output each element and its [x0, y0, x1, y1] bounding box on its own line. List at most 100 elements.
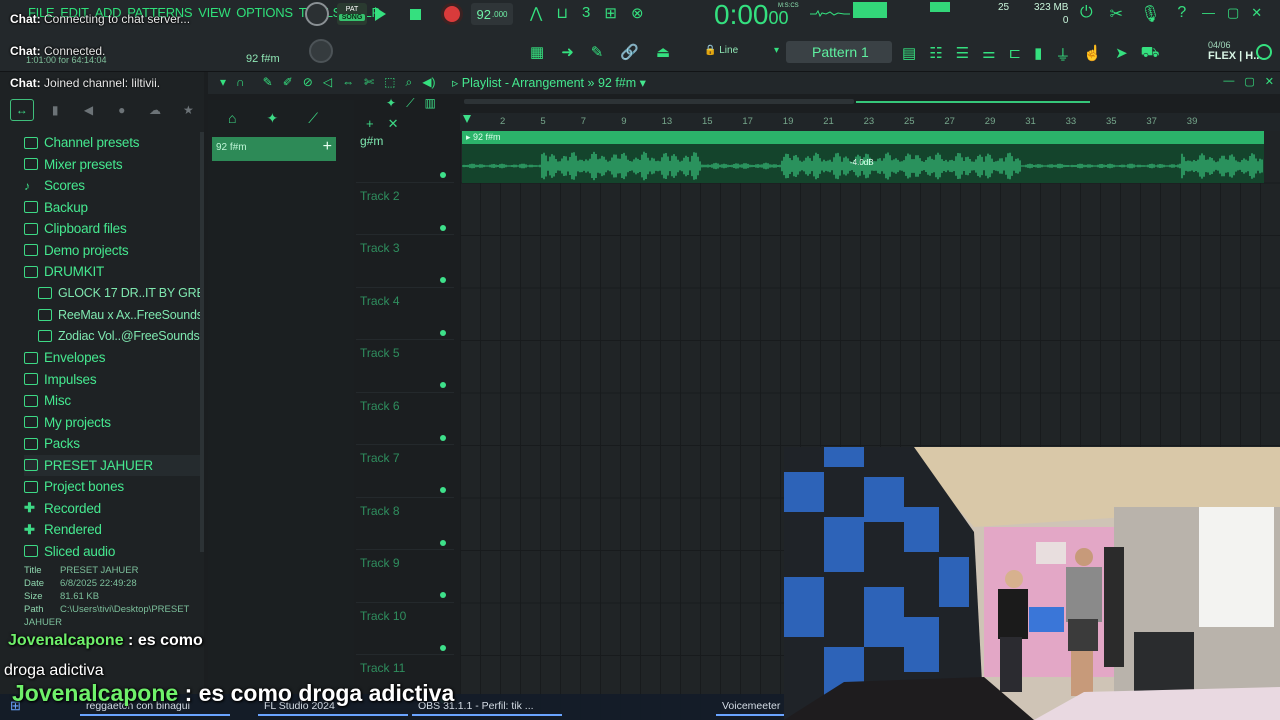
audio-clip[interactable]: ▸ 92 f#m	[462, 131, 1264, 183]
help-icon[interactable]: ?	[1177, 4, 1186, 24]
track-mute-dot[interactable]	[440, 172, 446, 178]
flex-globe-icon[interactable]	[1256, 44, 1272, 60]
track-mute-dot[interactable]	[440, 382, 446, 388]
microphone-icon[interactable]: 🎙	[1140, 4, 1160, 24]
menu-options[interactable]: OPTIONS	[236, 5, 293, 20]
browser-item[interactable]: Demo projects	[24, 240, 202, 262]
cart-icon[interactable]: ⛟	[1141, 44, 1160, 65]
speaker-icon[interactable]: ◀)	[422, 75, 435, 90]
browser-item[interactable]: My projects	[24, 412, 202, 434]
waveform-icon[interactable]: ✦	[386, 96, 396, 111]
link-icon[interactable]: 🔗	[620, 43, 639, 61]
track-mute-dot[interactable]	[440, 434, 446, 441]
browser-item[interactable]: Envelopes	[24, 347, 202, 369]
minimize-icon[interactable]: —	[1202, 5, 1215, 21]
browser-item[interactable]: Clipboard files	[24, 218, 202, 240]
pencil-icon[interactable]: ✎	[263, 75, 273, 90]
main-volume-knob[interactable]	[309, 39, 333, 63]
playlist-icon[interactable]: ▤	[902, 44, 916, 65]
flex-preset-panel[interactable]: 04/06 FLEX | H...	[1208, 40, 1262, 62]
browser-item[interactable]: GLOCK 17 DR..IT BY GREDY	[24, 283, 202, 305]
browser-back-tab-icon[interactable]: ◀	[77, 99, 100, 121]
automation-icon[interactable]: ⟋	[308, 110, 318, 127]
paint-icon[interactable]: ✐	[283, 75, 293, 90]
track-mute-dot[interactable]	[440, 487, 446, 493]
chevron-down-icon[interactable]: ▾	[220, 75, 226, 90]
browser-item[interactable]: Impulses	[24, 369, 202, 391]
chevron-down-icon[interactable]: ▾	[774, 45, 779, 56]
zoom-icon[interactable]: ⌕	[405, 75, 412, 90]
touch-icon[interactable]: ☝	[1083, 44, 1102, 65]
chevron-down-icon[interactable]: ▾	[640, 76, 646, 90]
playhead-marker-icon[interactable]	[463, 115, 471, 123]
browser-item[interactable]: ✚ Recorded	[24, 498, 202, 520]
play-button[interactable]	[375, 7, 386, 21]
browser-plugins-tab-icon[interactable]: ●	[110, 99, 133, 121]
send-icon[interactable]: ➤	[1115, 44, 1128, 65]
track-header[interactable]: Track 10	[356, 603, 454, 655]
browser-item[interactable]: Project bones	[24, 476, 202, 498]
track-header[interactable]: Track 6	[356, 393, 454, 445]
piano-roll-icon[interactable]: ▦	[530, 43, 544, 61]
mute-icon[interactable]: ◁	[323, 75, 332, 90]
track-mute-dot[interactable]	[440, 644, 446, 651]
slice-icon[interactable]: ✄	[364, 75, 374, 90]
blend-notes-icon[interactable]: ⊞	[604, 4, 617, 22]
maximize-icon[interactable]: ▢	[1244, 75, 1254, 88]
delete-icon[interactable]: ⊘	[303, 75, 313, 90]
file-icon[interactable]: ▮	[1034, 44, 1042, 65]
browser-item[interactable]: Misc	[24, 390, 202, 412]
playlist-zoom-bar[interactable]	[856, 101, 1090, 103]
brush-icon[interactable]: ✎	[591, 43, 604, 61]
timeline-ruler[interactable]: 2 5 7 9 13 15 17 19 21 23 25 27 29 31 33 35 37 39	[460, 113, 1280, 131]
magnet-icon[interactable]: ∩	[236, 75, 245, 90]
master-pitch-knob[interactable]	[305, 2, 329, 26]
arrow-right-icon[interactable]: ➜	[561, 43, 574, 61]
pattern-selector[interactable]: Pattern 1	[786, 41, 892, 63]
stamp-icon[interactable]: ⏏	[656, 43, 670, 61]
pattern-list-item[interactable]: 92 f#m +	[212, 137, 336, 161]
track-header[interactable]: Track 8	[356, 498, 454, 550]
plugin-icon[interactable]: ✂	[1110, 4, 1123, 24]
track-mute-dot[interactable]	[440, 592, 446, 598]
wait-input-icon[interactable]: ⊔	[556, 4, 568, 22]
plug-icon[interactable]: ⏚	[1055, 44, 1070, 65]
browser-cloud-tab-icon[interactable]: ☁	[143, 99, 166, 121]
playlist-horizontal-scrollbar[interactable]	[464, 99, 854, 104]
countdown-icon[interactable]: 3	[582, 4, 590, 22]
track-header[interactable]: Track 3	[356, 235, 454, 288]
maximize-icon[interactable]: ▢	[1227, 5, 1239, 21]
waveform-icon[interactable]: ✦	[266, 110, 278, 127]
close-icon[interactable]: ✕	[1251, 5, 1262, 21]
pat-song-toggle[interactable]: PAT SONG	[337, 3, 367, 25]
browser-item[interactable]: DRUMKIT	[24, 261, 202, 283]
browser-item[interactable]: PRESET JAHUER	[24, 454, 202, 476]
track-mute-dot[interactable]	[440, 539, 446, 546]
menu-view[interactable]: VIEW	[198, 5, 230, 20]
add-pattern-icon[interactable]: +	[323, 138, 332, 156]
browser-item[interactable]: ♪ Scores	[24, 175, 202, 197]
track-header[interactable]: Track 7	[356, 445, 454, 498]
browser-icon[interactable]: ⊏	[1009, 44, 1022, 65]
browser-item[interactable]: Mixer presets	[24, 154, 202, 176]
track-mute-dot[interactable]	[440, 329, 446, 336]
slip-icon[interactable]: ⇔	[342, 75, 354, 90]
stop-button[interactable]	[410, 8, 421, 20]
snap-selector[interactable]: 🔒 Line	[704, 45, 738, 56]
piano-icon[interactable]: ⚌	[982, 44, 995, 65]
taskbar-item[interactable]: Voicemeeter	[716, 698, 784, 716]
browser-all-tab-icon[interactable]: ↔	[10, 99, 34, 121]
browser-scrollbar[interactable]	[200, 132, 204, 552]
online-icon[interactable]: ⏻	[1080, 4, 1093, 24]
browser-item[interactable]: Backup	[24, 197, 202, 219]
track-header[interactable]: Track 2	[356, 183, 454, 235]
minimize-icon[interactable]: —	[1223, 75, 1234, 88]
close-icon[interactable]: ✕	[1265, 75, 1274, 88]
track-header[interactable]: g#m	[356, 130, 454, 183]
clip-list-icon[interactable]: ⌂	[228, 110, 236, 127]
track-header[interactable]: Track 5	[356, 340, 454, 393]
browser-item[interactable]: Channel presets	[24, 132, 202, 154]
track-header[interactable]: Track 4	[356, 288, 454, 340]
line-icon[interactable]: ⟋	[406, 96, 414, 111]
bars-icon[interactable]: ▥	[424, 96, 435, 111]
